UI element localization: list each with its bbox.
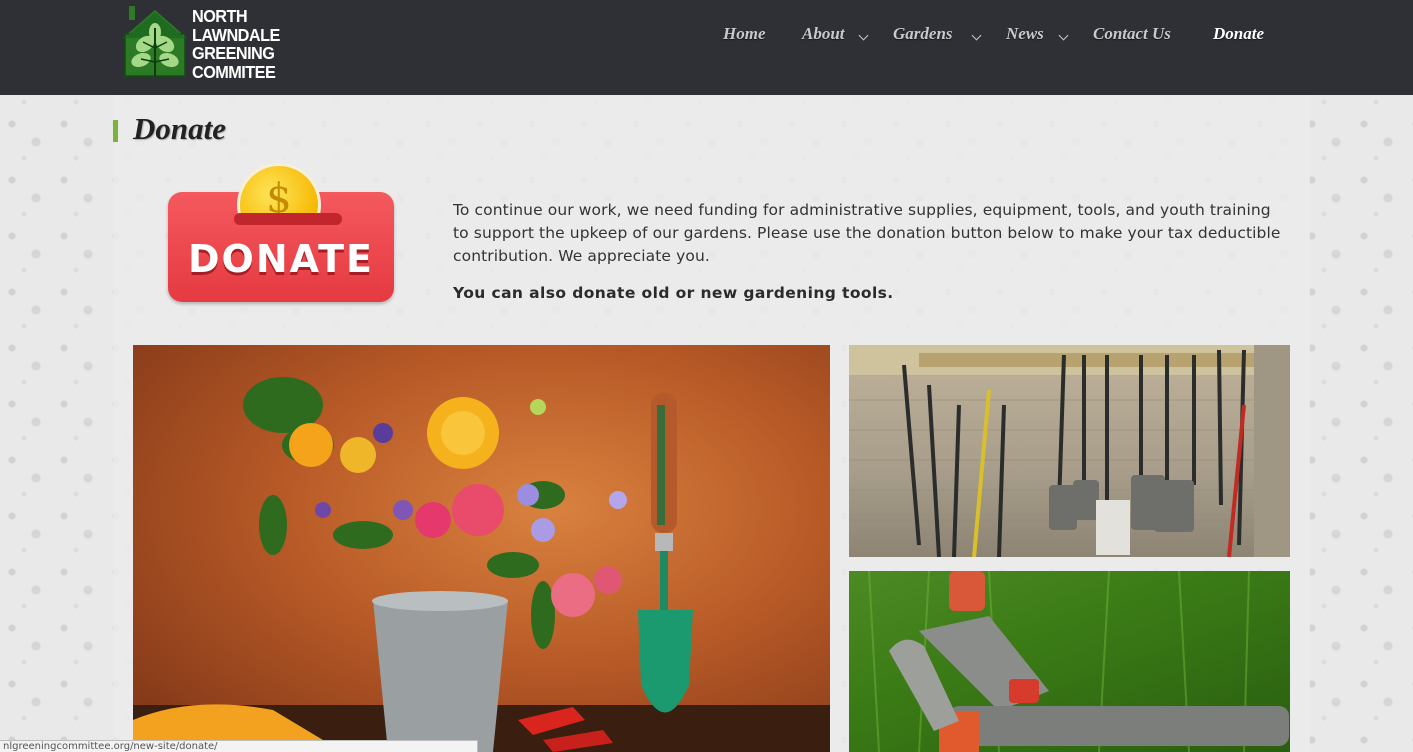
title-accent-bar	[113, 120, 118, 142]
hose-nozzle-photo	[849, 571, 1290, 752]
browser-status-bar: nlgreeningcommittee.org/new-site/donate/	[0, 740, 478, 752]
flowers-trowel-photo	[133, 345, 830, 752]
site-header: NORTH LAWNDALE GREENING COMMITEE Home Ab…	[0, 0, 1413, 95]
page-title: Donate	[133, 111, 226, 146]
hose-nozzle-illustration	[868, 571, 1289, 752]
nav-donate[interactable]: Donate	[1213, 24, 1264, 48]
nav-gardens-label: Gardens	[893, 24, 953, 43]
coin-slot	[234, 213, 342, 225]
donate-graphic[interactable]: $ DONATE	[166, 163, 396, 305]
main-nav: Home About Gardens News Contact Us Donat…	[0, 0, 1413, 95]
chevron-down-icon	[858, 30, 869, 41]
intro-paragraph: To continue our work, we need funding fo…	[453, 201, 1281, 265]
donate-graphic-label: DONATE	[188, 237, 374, 281]
nav-home-label: Home	[723, 24, 766, 43]
nav-donate-label: Donate	[1213, 24, 1264, 43]
tool-shed-illustration	[849, 345, 1290, 557]
nav-contact-us[interactable]: Contact Us	[1093, 24, 1171, 48]
nav-about[interactable]: About	[802, 24, 869, 48]
nav-gardens[interactable]: Gardens	[893, 24, 982, 48]
chevron-down-icon	[1058, 30, 1069, 41]
nav-home[interactable]: Home	[723, 24, 766, 48]
nav-news[interactable]: News	[1006, 24, 1069, 48]
tools-donation-note: You can also donate old or new gardening…	[453, 284, 894, 302]
nav-about-label: About	[802, 24, 845, 43]
chevron-down-icon	[971, 30, 982, 41]
tool-shed-photo	[849, 345, 1290, 557]
nav-contact-us-label: Contact Us	[1093, 24, 1171, 43]
flowers-trowel-illustration	[133, 377, 830, 752]
nav-news-label: News	[1006, 24, 1044, 43]
